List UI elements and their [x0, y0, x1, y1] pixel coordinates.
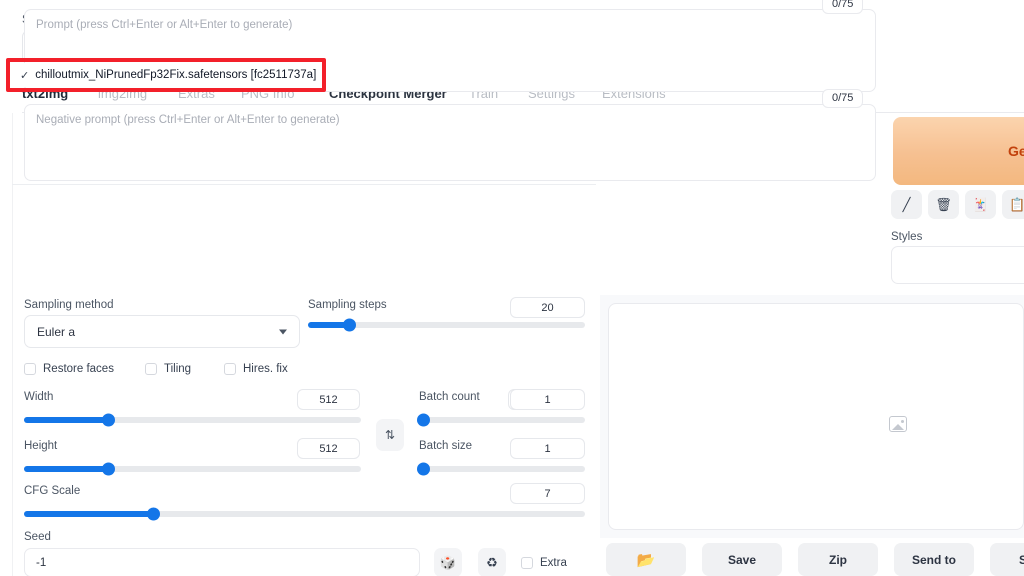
batch-size-slider[interactable] [417, 462, 585, 476]
batch-size-value[interactable]: 1 [510, 438, 585, 459]
slider-knob[interactable] [417, 413, 431, 427]
hires-fix-checkbox[interactable]: Hires. fix [224, 363, 288, 375]
cfg-scale-value[interactable]: 7 [510, 483, 585, 504]
sampling-method-select[interactable]: Euler a [24, 315, 300, 348]
save-button[interactable]: Save [702, 543, 782, 576]
tiling-label: Tiling [164, 363, 192, 375]
sampling-steps-label: Sampling steps [308, 299, 387, 311]
seed-label: Seed [24, 531, 51, 543]
restore-faces-checkbox[interactable]: Restore faces [24, 363, 114, 375]
output-actions-row: 📂 Save Zip Send to Sen [0, 543, 1024, 576]
swap-dimensions-button[interactable]: ⇅ [376, 419, 404, 451]
slider-fill [24, 511, 154, 517]
stable-diffusion-webui: Stable Diffusion checkpoint ✓ chilloutmi… [0, 0, 1024, 576]
cfg-scale-label: CFG Scale [24, 485, 81, 497]
checkpoint-option-label: chilloutmix_NiPrunedFp32Fix.safetensors … [35, 69, 317, 81]
apply-style-icon[interactable]: 🃏 [965, 190, 996, 219]
sampling-steps-slider[interactable] [308, 318, 585, 332]
checkbox-box [145, 363, 157, 375]
negative-prompt-placeholder: Negative prompt (press Ctrl+Enter or Alt… [36, 114, 340, 126]
slider-fill [24, 417, 109, 423]
output-gallery[interactable] [608, 303, 1024, 530]
slider-track [419, 417, 585, 423]
width-numbox[interactable]: 512 [297, 389, 360, 410]
generate-button[interactable]: Ger [893, 117, 1024, 185]
clipboard-icon[interactable]: 📋 [1002, 190, 1024, 219]
chevron-down-icon [279, 329, 287, 334]
zip-button[interactable]: Zip [798, 543, 878, 576]
width-slider[interactable] [24, 413, 361, 427]
styles-select[interactable] [891, 246, 1024, 284]
height-numbox[interactable]: 512 [297, 438, 360, 459]
sampling-steps-value[interactable]: 20 [510, 297, 585, 318]
cfg-scale-slider[interactable] [24, 507, 585, 521]
height-slider[interactable] [24, 462, 361, 476]
slider-fill [24, 466, 109, 472]
batch-size-label: Batch size [419, 440, 473, 452]
styles-label: Styles [891, 231, 923, 243]
send-to-inpaint-button[interactable]: Sen [990, 543, 1024, 576]
params-divider [12, 184, 596, 185]
output-panel [600, 295, 1024, 538]
height-label: Height [24, 440, 58, 452]
trash-icon[interactable]: 🗑 [928, 190, 959, 219]
panel-left-border [12, 113, 13, 576]
negative-prompt-token-counter: 0/75 [822, 89, 864, 108]
slider-knob[interactable] [101, 462, 115, 476]
tiling-checkbox[interactable]: Tiling [145, 363, 191, 375]
prompt-token-counter: 0/75 [822, 0, 864, 14]
slider-track [419, 466, 585, 472]
slider-knob[interactable] [417, 462, 431, 476]
generate-button-label: Ger [1008, 143, 1024, 159]
batch-count-slider[interactable] [417, 413, 585, 427]
checkbox-box [224, 363, 236, 375]
slider-knob[interactable] [146, 507, 160, 521]
slider-knob[interactable] [343, 318, 357, 332]
checkbox-box [24, 363, 36, 375]
width-label: Width [24, 391, 54, 403]
hires-fix-label: Hires. fix [243, 363, 288, 375]
send-to-img2img-button[interactable]: Send to [894, 543, 974, 576]
batch-count-value[interactable]: 1 [510, 389, 585, 410]
slider-knob[interactable] [101, 413, 115, 427]
image-placeholder-icon [889, 416, 907, 432]
open-folder-button[interactable]: 📂 [606, 543, 686, 576]
restore-faces-label: Restore faces [43, 363, 114, 375]
checkpoint-dropdown-option[interactable]: ✓ chilloutmix_NiPrunedFp32Fix.safetensor… [11, 63, 321, 87]
check-icon: ✓ [20, 69, 30, 82]
batch-count-label: Batch count [419, 391, 480, 403]
sampling-method-value: Euler a [37, 324, 76, 339]
negative-prompt-input[interactable]: Negative prompt (press Ctrl+Enter or Alt… [24, 104, 876, 181]
paste-arrow-icon[interactable]: ╱ [891, 190, 922, 219]
prompt-placeholder: Prompt (press Ctrl+Enter or Alt+Enter to… [36, 19, 293, 31]
sampling-method-label: Sampling method [24, 299, 114, 311]
